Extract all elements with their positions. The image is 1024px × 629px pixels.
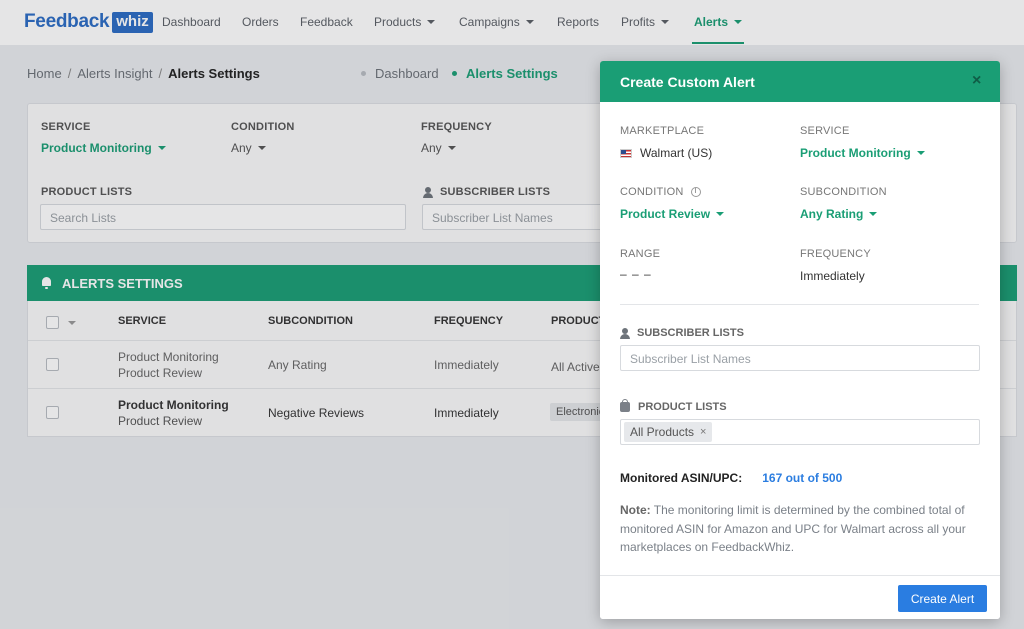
remove-tag-icon[interactable]: ×	[700, 426, 706, 438]
subcondition-label: SUBCONDITION	[800, 186, 887, 198]
monitored-count: Monitored ASIN/UPC: 167 out of 500	[620, 471, 842, 485]
subcondition-dropdown[interactable]: Any Rating	[800, 207, 878, 221]
frequency-label: FREQUENCY	[800, 248, 871, 260]
monitored-label: Monitored ASIN/UPC:	[620, 471, 743, 485]
create-alert-button[interactable]: Create Alert	[898, 585, 987, 612]
service-dropdown[interactable]: Product Monitoring	[800, 146, 925, 160]
product-lists-label: PRODUCT LISTS	[620, 399, 727, 413]
modal-divider	[620, 304, 979, 305]
shopping-bag-icon	[620, 399, 630, 412]
chevron-down-icon	[869, 212, 878, 216]
marketplace-label: MARKETPLACE	[620, 125, 705, 137]
chevron-down-icon	[716, 212, 725, 216]
marketplace-value: Walmart (US)	[620, 146, 712, 160]
info-icon[interactable]: i	[690, 187, 701, 197]
frequency-value: Immediately	[800, 269, 865, 283]
range-value: – – –	[620, 267, 652, 281]
modal-header: Create Custom Alert ×	[600, 61, 1000, 102]
monitored-value: 167 out of 500	[762, 471, 843, 485]
us-flag-icon	[620, 148, 632, 158]
monitoring-note: Note: The monitoring limit is determined…	[620, 503, 966, 554]
service-label: SERVICE	[800, 125, 850, 137]
subscriber-lists-input[interactable]: Subscriber List Names	[620, 345, 980, 371]
user-icon	[620, 327, 630, 339]
modal-title: Create Custom Alert	[620, 73, 755, 90]
condition-dropdown[interactable]: Product Review	[620, 207, 725, 221]
subscriber-lists-label: SUBSCRIBER LISTS	[620, 327, 744, 339]
close-icon[interactable]: ×	[972, 73, 984, 89]
range-label: RANGE	[620, 248, 661, 260]
modal-footer: Create Alert	[600, 575, 1000, 619]
chevron-down-icon	[916, 151, 925, 155]
condition-label: CONDITION i	[620, 186, 701, 198]
create-custom-alert-modal: Create Custom Alert × MARKETPLACE Walmar…	[600, 61, 1000, 619]
product-list-tag: All Products ×	[624, 422, 713, 442]
